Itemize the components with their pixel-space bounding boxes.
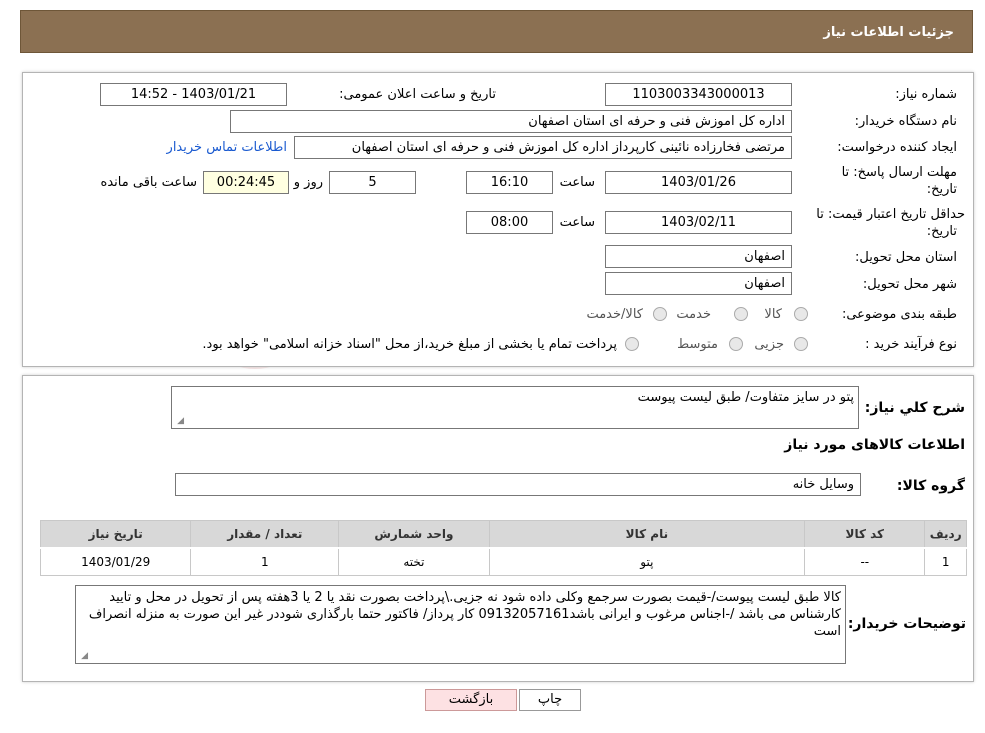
buyer-notes-text: کالا طبق لیست پیوست/-قیمت بصورت سرجمع وک… [88, 590, 841, 639]
category-radio-goods[interactable] [794, 307, 808, 321]
announce-label: تاریخ و ساعت اعلان عمومی: [339, 87, 496, 102]
city-label: شهر محل تحویل: [862, 277, 957, 292]
creator-field: مرتضی فخارزاده نائینی کارپرداز اداره کل … [294, 136, 792, 159]
table-row: 1 -- پتو تخته 1 1403/01/29 [39, 547, 967, 576]
cell-need-date: 1403/01/29 [39, 547, 192, 576]
back-button[interactable]: بازگشت [425, 689, 517, 711]
cell-quantity: 1 [190, 547, 340, 576]
process-note: پرداخت تمام یا بخشی از مبلغ خرید،از محل … [202, 337, 617, 352]
col-unit: واحد شمارش [338, 520, 490, 549]
cell-unit: تخته [338, 547, 490, 576]
process-radio-medium[interactable] [729, 337, 743, 351]
cell-name: پتو [488, 547, 806, 576]
deadline-hour-label: ساعت [559, 175, 595, 190]
group-label: گروه کالا: [896, 478, 965, 494]
category-option-service: خدمت [676, 307, 711, 322]
days-field: 5 [329, 171, 416, 194]
need-number-label: شماره نیاز: [895, 87, 957, 102]
table-header-row: ردیف کد کالا نام کالا واحد شمارش تعداد /… [39, 520, 967, 549]
page: جزئیات اطلاعات نیاز AriaTender.neT شماره… [0, 0, 985, 733]
remaining-label: ساعت باقی مانده [100, 175, 197, 190]
need-number-field: 1103003343000013 [605, 83, 792, 106]
announce-field: 1403/01/21 - 14:52 [100, 83, 287, 106]
category-option-goods-service: کالا/خدمت [586, 307, 643, 322]
validity-label: حداقل تاریخ اعتبار قیمت: تا [816, 207, 965, 222]
validity-hour-label: ساعت [559, 215, 595, 230]
validity-date-label: تاریخ: [926, 224, 957, 239]
items-table: ردیف کد کالا نام کالا واحد شمارش تعداد /… [39, 520, 967, 576]
goods-info-title: اطلاعات کالاهای مورد نیاز [784, 437, 965, 453]
days-label: روز و [293, 175, 323, 190]
buyer-contact-link[interactable]: اطلاعات تماس خریدار [167, 140, 287, 155]
page-header: جزئیات اطلاعات نیاز [20, 10, 973, 53]
resize-grip-icon[interactable]: ◢ [79, 652, 88, 661]
category-label: طبقه بندی موضوعی: [841, 307, 957, 322]
process-option-medium: متوسط [677, 337, 718, 352]
group-field: وسایل خانه [175, 473, 861, 496]
process-checkbox-treasury[interactable] [625, 337, 639, 351]
buyer-org-label: نام دستگاه خریدار: [854, 114, 957, 129]
buyer-notes-textarea[interactable]: کالا طبق لیست پیوست/-قیمت بصورت سرجمع وک… [75, 585, 846, 664]
deadline-label: مهلت ارسال پاسخ: تا [841, 165, 957, 180]
city-field: اصفهان [605, 272, 792, 295]
category-radio-goods-service[interactable] [653, 307, 667, 321]
col-code: کد کالا [804, 520, 926, 549]
deadline-date-field: 1403/01/26 [605, 171, 792, 194]
cell-row: 1 [924, 547, 967, 576]
process-label: نوع فرآیند خرید : [865, 337, 957, 352]
col-quantity: تعداد / مقدار [190, 520, 340, 549]
cell-code: -- [804, 547, 926, 576]
info-panel: شماره نیاز: 1103003343000013 تاریخ و ساع… [22, 72, 974, 367]
buyer-notes-label: توضیحات خریدار: [847, 616, 966, 632]
print-button[interactable]: چاپ [519, 689, 581, 711]
buyer-org-field: اداره کل اموزش فنی و حرفه ای استان اصفها… [230, 110, 792, 133]
summary-text: پتو در سایز متفاوت/ طبق لیست پیوست [637, 390, 854, 405]
category-option-goods: کالا [764, 307, 782, 322]
col-name: نام کالا [488, 520, 806, 549]
creator-label: ایجاد کننده درخواست: [837, 140, 957, 155]
validity-date-field: 1403/02/11 [605, 211, 792, 234]
process-radio-partial[interactable] [794, 337, 808, 351]
page-title: جزئیات اطلاعات نیاز [823, 25, 954, 40]
province-field: اصفهان [605, 245, 792, 268]
category-radio-service[interactable] [734, 307, 748, 321]
deadline-date-label: تاریخ: [926, 182, 957, 197]
summary-textarea[interactable]: پتو در سایز متفاوت/ طبق لیست پیوست ◢ [171, 386, 859, 429]
province-label: استان محل تحویل: [855, 250, 957, 265]
resize-grip-icon[interactable]: ◢ [175, 417, 184, 426]
deadline-time-field: 16:10 [466, 171, 553, 194]
process-option-partial: جزیی [754, 337, 784, 352]
col-need-date: تاریخ نیاز [39, 520, 192, 549]
summary-label: شرح کلي نياز: [864, 400, 965, 416]
validity-time-field: 08:00 [466, 211, 553, 234]
remaining-time-field: 00:24:45 [203, 171, 289, 194]
col-row: ردیف [924, 520, 967, 549]
